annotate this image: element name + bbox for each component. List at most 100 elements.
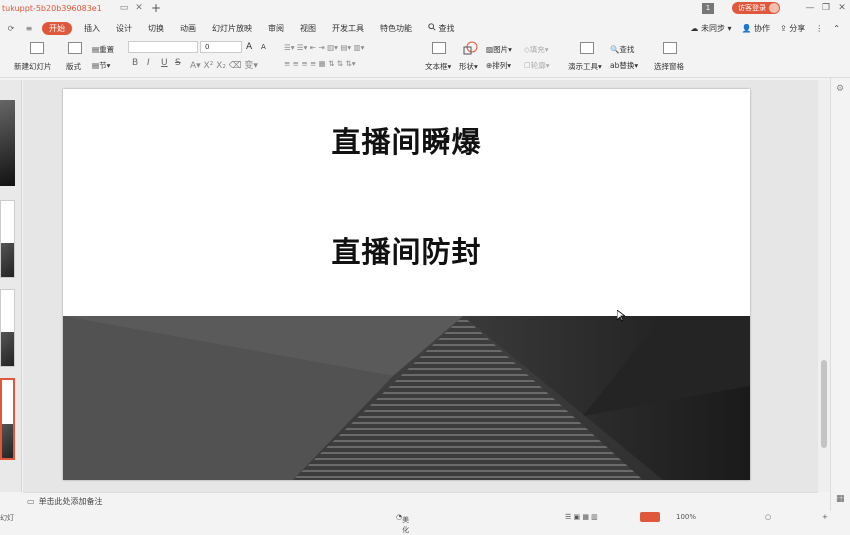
menu-bar: ⟳ ≡ 开始 插入 设计 切换 动画 幻灯片放映 审阅 视图 开发工具 特色功能… [0, 19, 850, 37]
menu-home[interactable]: 开始 [42, 21, 72, 35]
close-window-button[interactable]: ✕ [834, 3, 850, 13]
grid-view-icon[interactable]: ▦ [836, 494, 845, 504]
grow-font-button[interactable]: A [246, 42, 252, 52]
font-family-select[interactable] [128, 41, 198, 53]
presentation-tools-icon[interactable] [580, 42, 594, 54]
current-slide[interactable]: 直播间瞬爆 直播间防封 [63, 89, 750, 480]
picture-label: 图片 [493, 45, 509, 54]
properties-icon[interactable]: ⚙ [836, 84, 844, 94]
sync-status[interactable]: ☁ 未同步 ▾ [690, 23, 731, 34]
document-title: tukuppt-5b20b396083e1 [2, 3, 102, 13]
arrange-button[interactable]: ⊕排列▾ [486, 60, 511, 71]
replace-label: 替换 [619, 61, 635, 70]
view-mode-icons[interactable]: ☰ ▣ ▦ ▥ [565, 513, 598, 521]
replace-button[interactable]: ab替换▾ [610, 60, 638, 71]
slide-thumbnail-1[interactable] [0, 100, 15, 186]
underline-button[interactable]: U [161, 58, 168, 68]
quick-access-menu-icon[interactable]: ≡ [22, 24, 36, 33]
font-size-select[interactable]: 0 [200, 41, 242, 53]
share-label: 分享 [789, 23, 806, 33]
sync-label: 未同步 [700, 23, 725, 33]
share-button[interactable]: ⇪ 分享 [780, 23, 805, 34]
bullets-icon[interactable]: ☰▾ ☰▾ ⇤ ⇥ ▥▾ ▤▾ ▥▾ [284, 43, 364, 52]
collapse-ribbon-icon[interactable]: ⌃ [833, 24, 840, 33]
menu-developer[interactable]: 开发工具 [332, 23, 364, 34]
outline-label: 轮廓 [530, 61, 546, 70]
reset-label: 重置 [99, 45, 115, 54]
menu-transitions[interactable]: 切换 [148, 23, 164, 34]
mouse-cursor-icon [617, 310, 625, 322]
login-label: 访客登录 [738, 4, 766, 12]
login-button[interactable]: 访客登录 [732, 2, 780, 14]
menu-search[interactable]: 查找 [428, 22, 455, 34]
selection-pane-icon[interactable] [663, 42, 677, 54]
zoom-in-icon[interactable]: + [822, 513, 828, 521]
presentation-tools-button[interactable]: 演示工具▾ [568, 61, 602, 72]
collab-label: 协作 [754, 23, 771, 33]
menu-view[interactable]: 视图 [300, 23, 316, 34]
beautify-label: 美化 [402, 516, 410, 534]
vertical-scrollbar[interactable] [818, 80, 830, 492]
slide-thumbnail-4-selected[interactable] [0, 378, 15, 460]
right-side-panel: ⚙ ▦ [830, 78, 850, 522]
slide-thumbnail-2[interactable] [0, 200, 15, 278]
slide-thumbnails-panel [0, 80, 22, 492]
strikethrough-button[interactable]: S [175, 58, 181, 68]
selection-pane-button[interactable]: 选择窗格 [654, 61, 684, 72]
text-box-icon[interactable] [432, 42, 446, 54]
slide-canvas: 直播间瞬爆 直播间防封 [23, 80, 818, 492]
shape-icon[interactable] [462, 41, 478, 55]
zoom-slider-knob[interactable]: ○ [765, 513, 771, 521]
close-tab-icon[interactable]: ✕ [133, 3, 145, 13]
fill-label: 填充 [529, 45, 545, 54]
text-box-button[interactable]: 文本框▾ [425, 61, 451, 72]
new-tab-button[interactable]: + [151, 1, 161, 15]
ribbon-toolbar: 新建幻灯片 版式 ▤重置 ▤节▾ 0 A A B I U S A▾ X² X₂ … [0, 38, 850, 78]
collaborate-button[interactable]: 👤 协作 [742, 23, 771, 34]
scrollbar-thumb[interactable] [821, 360, 827, 448]
text-box-label: 文本框 [425, 62, 448, 71]
outline-button[interactable]: ☐轮廓▾ [524, 60, 550, 71]
slide-title-secondary[interactable]: 直播间防封 [63, 229, 750, 271]
notes-icon: ▭ [27, 497, 35, 506]
find-button[interactable]: 🔍查找 [610, 44, 634, 55]
minimize-button[interactable]: — [802, 3, 818, 13]
italic-button[interactable]: I [147, 58, 150, 68]
zoom-level[interactable]: 100% [676, 513, 696, 521]
menu-review[interactable]: 审阅 [268, 23, 284, 34]
menu-insert[interactable]: 插入 [84, 23, 100, 34]
shrink-font-button[interactable]: A [261, 43, 266, 51]
beautify-button[interactable]: ◔ 美化 [396, 513, 409, 534]
menu-special-features[interactable]: 特色功能 [380, 23, 412, 34]
fill-button[interactable]: ◇填充▾ [524, 44, 549, 55]
menu-slideshow[interactable]: 幻灯片放映 [212, 23, 252, 34]
notes-area[interactable]: ▭ 单击此处添加备注 [23, 492, 818, 510]
slide-title-primary[interactable]: 直播间瞬爆 [63, 119, 750, 161]
slide-thumbnail-3[interactable] [0, 289, 15, 367]
font-color-icon[interactable]: A▾ X² X₂ ⌫ 变▾ [190, 58, 258, 71]
reset-button[interactable]: ▤重置 [92, 44, 114, 55]
undo-icon[interactable]: ⟳ [4, 24, 18, 33]
layout-icon[interactable] [68, 42, 82, 54]
page-indicator-badge[interactable]: 1 [702, 2, 714, 14]
section-button[interactable]: ▤节▾ [92, 60, 110, 71]
shape-button[interactable]: 形状▾ [459, 61, 478, 72]
bold-button[interactable]: B [132, 58, 138, 68]
restore-button[interactable]: ❐ [818, 3, 834, 13]
new-slide-button[interactable]: 新建幻灯片 [14, 61, 52, 72]
menu-design[interactable]: 设计 [116, 23, 132, 34]
document-tab[interactable]: tukuppt-5b20b396083e1 ▭ ✕ [0, 0, 145, 16]
more-menu-icon[interactable]: ⋮ [815, 24, 823, 33]
menu-animations[interactable]: 动画 [180, 23, 196, 34]
alignment-icon[interactable]: ≡ ≡ ≡ ≡ ▦ ⇅ ⇅ ⇅▾ [284, 59, 356, 68]
section-label: 节 [99, 61, 107, 70]
new-slide-icon[interactable] [30, 42, 44, 54]
slide-background-image[interactable] [63, 316, 750, 480]
avatar [769, 3, 779, 13]
notes-placeholder: 单击此处添加备注 [38, 497, 103, 506]
layout-button[interactable]: 版式 [66, 61, 81, 72]
status-bar: 幻灯 ◔ 美化 ☰ ▣ ▦ ▥ 100% ○ + [0, 511, 850, 534]
play-slideshow-button[interactable] [640, 512, 660, 522]
window-icon[interactable]: ▭ [118, 3, 130, 13]
picture-button[interactable]: ▨图片▾ [486, 44, 512, 55]
